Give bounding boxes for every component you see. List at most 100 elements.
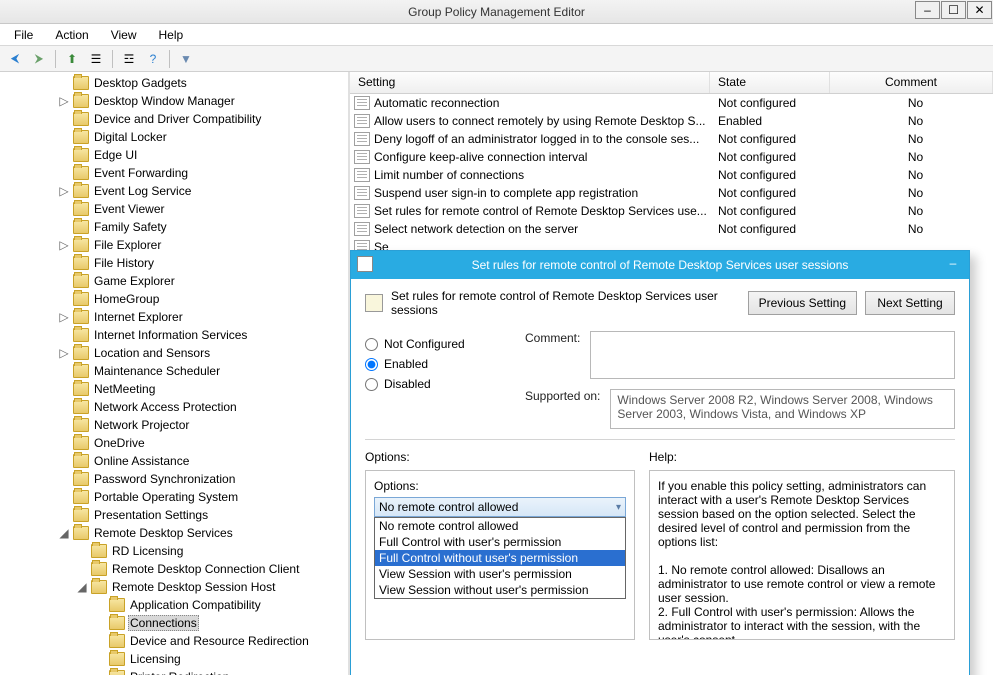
radio-label: Not Configured [384, 337, 465, 351]
tree-node[interactable]: Network Access Protection [0, 398, 348, 416]
column-state[interactable]: State [710, 72, 830, 93]
expand-icon[interactable]: ◢ [58, 526, 70, 540]
tree-node[interactable]: Game Explorer [0, 272, 348, 290]
radio-disabled[interactable]: Disabled [365, 377, 525, 391]
radio-enabled[interactable]: Enabled [365, 357, 525, 371]
tree-node[interactable]: Presentation Settings [0, 506, 348, 524]
row-state: Not configured [710, 168, 830, 182]
column-setting[interactable]: Setting [350, 72, 710, 93]
settings-row[interactable]: Select network detection on the serverNo… [350, 220, 993, 238]
tree-node[interactable]: OneDrive [0, 434, 348, 452]
minimize-button[interactable]: – [915, 1, 940, 19]
tree-node[interactable]: Maintenance Scheduler [0, 362, 348, 380]
dropdown-option[interactable]: View Session without user's permission [375, 582, 625, 598]
radio-not-configured-input[interactable] [365, 338, 378, 351]
expand-icon[interactable]: ▷ [58, 346, 70, 360]
tree-node[interactable]: Licensing [0, 650, 348, 668]
menu-view[interactable]: View [101, 26, 147, 44]
dialog-titlebar[interactable]: Set rules for remote control of Remote D… [351, 251, 969, 279]
tree-node[interactable]: Portable Operating System [0, 488, 348, 506]
folder-icon [73, 472, 89, 486]
tree-node[interactable]: ▷File Explorer [0, 236, 348, 254]
settings-row[interactable]: Limit number of connectionsNot configure… [350, 166, 993, 184]
tree-node[interactable]: ▷Event Log Service [0, 182, 348, 200]
row-comment: No [830, 96, 993, 110]
expand-icon[interactable]: ▷ [58, 184, 70, 198]
tree-node[interactable]: Family Safety [0, 218, 348, 236]
expand-icon[interactable]: ▷ [58, 310, 70, 324]
tree-node[interactable]: Printer Redirection [0, 668, 348, 675]
menubar: File Action View Help [0, 24, 993, 46]
dropdown-list[interactable]: No remote control allowedFull Control wi… [374, 517, 626, 599]
tree-node[interactable]: NetMeeting [0, 380, 348, 398]
tree-node[interactable]: File History [0, 254, 348, 272]
help-button[interactable]: ? [142, 48, 164, 70]
settings-row[interactable]: Automatic reconnectionNot configuredNo [350, 94, 993, 112]
tree-node[interactable]: RD Licensing [0, 542, 348, 560]
tree-node[interactable]: Connections [0, 614, 348, 632]
forward-button[interactable]: ⮞ [28, 48, 50, 70]
folder-icon [109, 652, 125, 666]
settings-row[interactable]: Deny logoff of an administrator logged i… [350, 130, 993, 148]
tree-node[interactable]: Device and Resource Redirection [0, 632, 348, 650]
tree-node[interactable]: Edge UI [0, 146, 348, 164]
tree-node[interactable]: ▷Location and Sensors [0, 344, 348, 362]
tree-node[interactable]: Application Compatibility [0, 596, 348, 614]
show-hide-tree-button[interactable]: ☰ [85, 48, 107, 70]
back-button[interactable]: ⮜ [4, 48, 26, 70]
close-button[interactable]: ✕ [967, 1, 992, 19]
tree-node[interactable]: Event Viewer [0, 200, 348, 218]
dropdown-option[interactable]: View Session with user's permission [375, 566, 625, 582]
radio-enabled-input[interactable] [365, 358, 378, 371]
settings-row[interactable]: Suspend user sign-in to complete app reg… [350, 184, 993, 202]
settings-row[interactable]: Configure keep-alive connection interval… [350, 148, 993, 166]
tree-node[interactable]: Password Synchronization [0, 470, 348, 488]
tree-node[interactable]: Digital Locker [0, 128, 348, 146]
navigation-tree[interactable]: Desktop Gadgets▷Desktop Window ManagerDe… [0, 72, 350, 675]
dropdown-option[interactable]: Full Control with user's permission [375, 534, 625, 550]
comment-field[interactable] [590, 331, 955, 379]
folder-icon [73, 454, 89, 468]
options-dropdown[interactable]: No remote control allowed ▾ [374, 497, 626, 517]
help-panel: If you enable this policy setting, admin… [649, 470, 955, 640]
menu-help[interactable]: Help [149, 26, 194, 44]
folder-icon [73, 94, 89, 108]
menu-file[interactable]: File [4, 26, 43, 44]
tree-node[interactable]: Device and Driver Compatibility [0, 110, 348, 128]
tree-node[interactable]: Internet Information Services [0, 326, 348, 344]
radio-disabled-input[interactable] [365, 378, 378, 391]
dialog-minimize-button[interactable]: – [939, 253, 967, 273]
expand-icon[interactable]: ▷ [58, 94, 70, 108]
folder-icon [109, 616, 125, 630]
tree-node[interactable]: ◢Remote Desktop Services [0, 524, 348, 542]
tree-node[interactable]: Remote Desktop Connection Client [0, 560, 348, 578]
up-button[interactable]: ⬆ [61, 48, 83, 70]
folder-icon [91, 562, 107, 576]
dropdown-option[interactable]: Full Control without user's permission [375, 550, 625, 566]
tree-node[interactable]: ◢Remote Desktop Session Host [0, 578, 348, 596]
tree-node[interactable]: Desktop Gadgets [0, 74, 348, 92]
radio-not-configured[interactable]: Not Configured [365, 337, 525, 351]
tree-node[interactable]: Online Assistance [0, 452, 348, 470]
menu-action[interactable]: Action [45, 26, 98, 44]
tree-node[interactable]: ▷Desktop Window Manager [0, 92, 348, 110]
properties-button[interactable]: ☲ [118, 48, 140, 70]
previous-setting-button[interactable]: Previous Setting [748, 291, 857, 315]
tree-label: Device and Driver Compatibility [92, 111, 263, 127]
tree-node[interactable]: Event Forwarding [0, 164, 348, 182]
folder-icon [91, 580, 107, 594]
tree-label: Portable Operating System [92, 489, 240, 505]
expand-icon[interactable]: ▷ [58, 238, 70, 252]
chevron-down-icon: ▾ [616, 502, 621, 513]
filter-button[interactable]: ▼ [175, 48, 197, 70]
column-comment[interactable]: Comment [830, 72, 993, 93]
tree-node[interactable]: HomeGroup [0, 290, 348, 308]
settings-row[interactable]: Allow users to connect remotely by using… [350, 112, 993, 130]
tree-node[interactable]: Network Projector [0, 416, 348, 434]
maximize-button[interactable]: ☐ [941, 1, 966, 19]
expand-icon[interactable]: ◢ [76, 580, 88, 594]
tree-node[interactable]: ▷Internet Explorer [0, 308, 348, 326]
settings-row[interactable]: Set rules for remote control of Remote D… [350, 202, 993, 220]
next-setting-button[interactable]: Next Setting [865, 291, 955, 315]
dropdown-option[interactable]: No remote control allowed [375, 518, 625, 534]
